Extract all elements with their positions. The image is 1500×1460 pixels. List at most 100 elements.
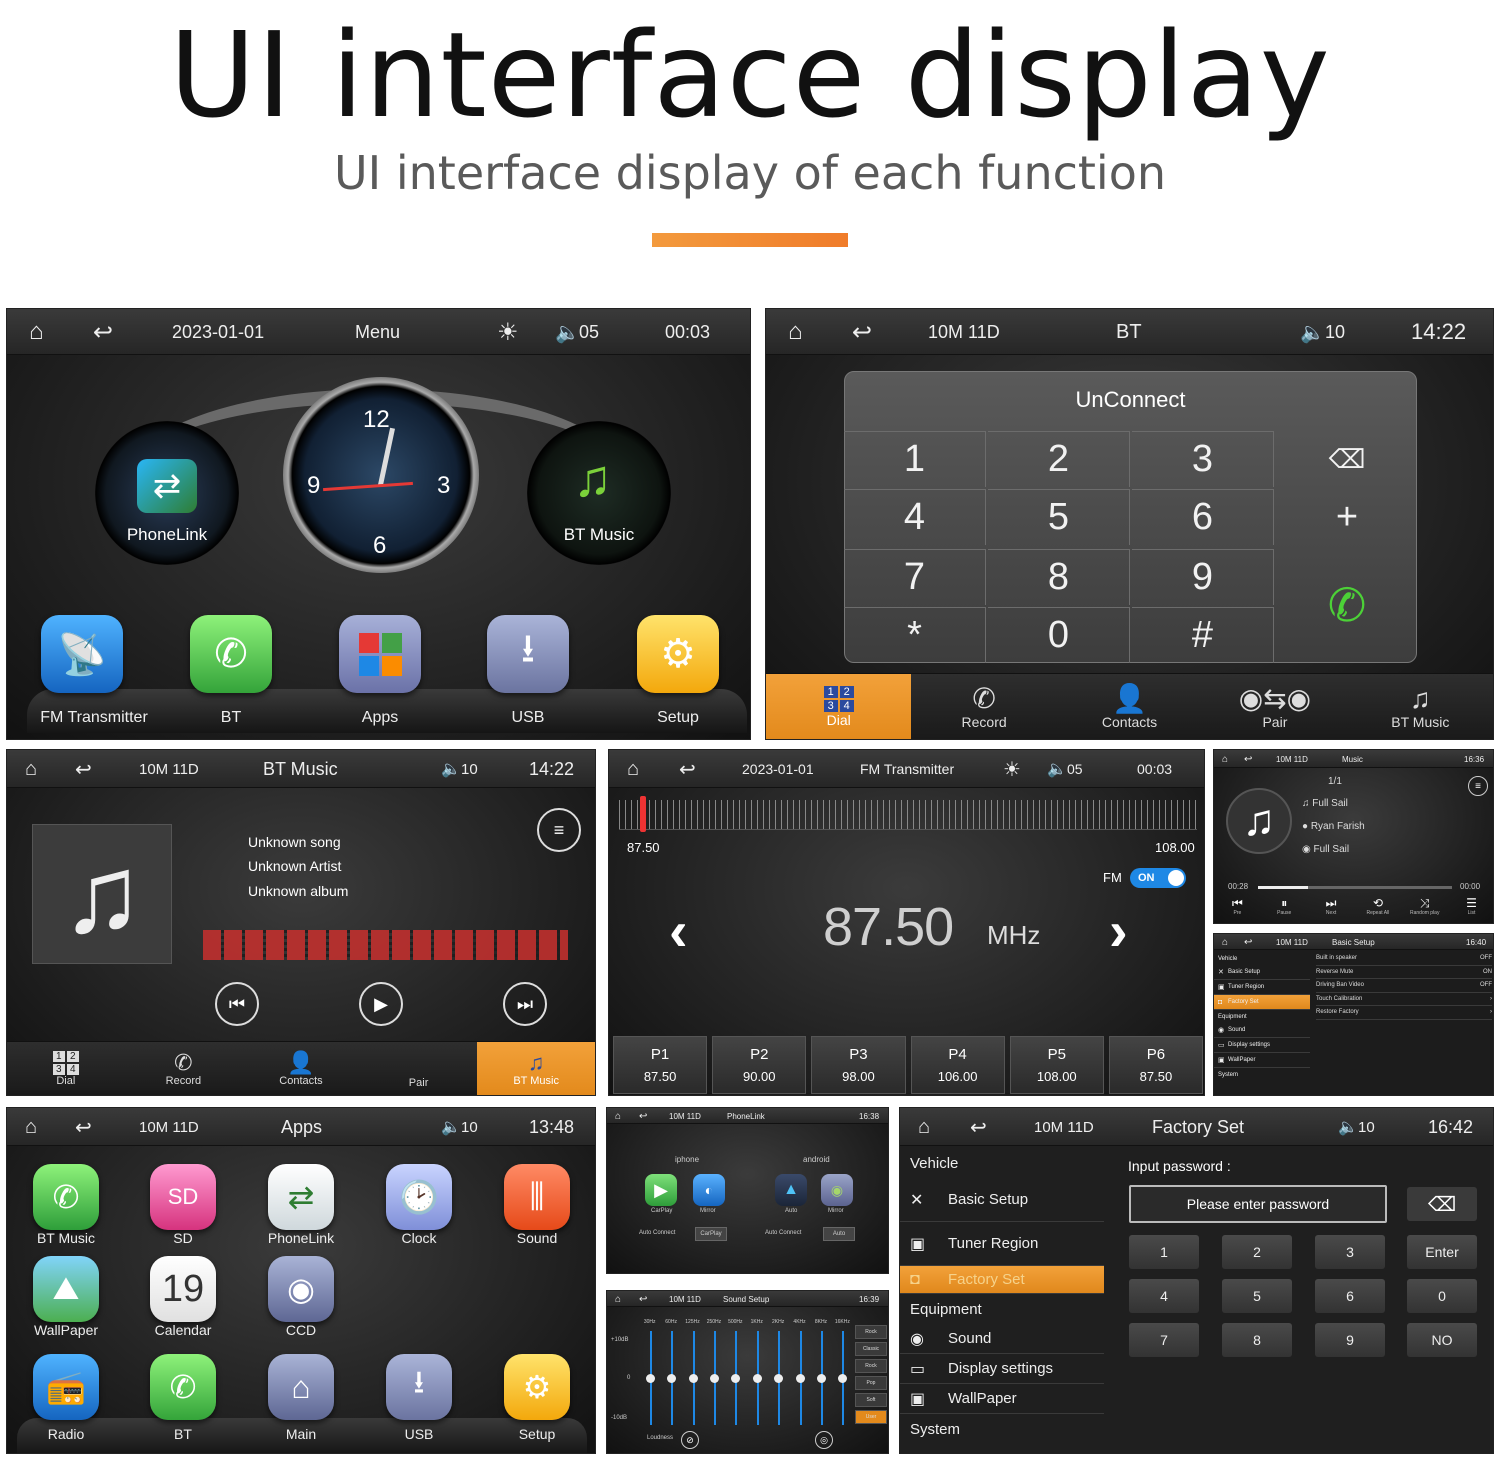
password-key[interactable]: 4 [1129, 1279, 1199, 1313]
auto-connect-ios-select[interactable]: CarPlay [695, 1227, 727, 1241]
home-icon[interactable]: ⌂ [1222, 934, 1228, 950]
volume-icon[interactable]: 🔈 [441, 1108, 461, 1146]
home-icon[interactable]: ⌂ [1222, 750, 1228, 768]
clock-icon[interactable]: 🕑 [386, 1164, 452, 1230]
home-icon[interactable]: ⌂ [25, 750, 37, 788]
home-icon[interactable]: ⌂ [29, 309, 44, 355]
back-icon[interactable]: ↩ [1244, 750, 1252, 768]
dial-key[interactable]: 0 [988, 607, 1130, 663]
equalizer-icon[interactable]: ≡ [537, 808, 581, 852]
dial-key[interactable]: 8 [988, 549, 1130, 605]
eq-band[interactable]: 30Hz [639, 1319, 660, 1431]
tab-contacts[interactable]: 👤 Contacts [242, 1042, 360, 1095]
frequency-marker[interactable] [640, 796, 646, 832]
dial-key[interactable]: 7 [844, 549, 986, 605]
password-key[interactable]: 7 [1129, 1323, 1199, 1357]
password-key[interactable]: 3 [1315, 1235, 1385, 1269]
password-input[interactable]: Please enter password [1129, 1185, 1387, 1223]
carplay-icon[interactable]: ▶ [645, 1174, 677, 1206]
usb-icon[interactable]: ⭳ [386, 1354, 452, 1420]
auto-connect-android-select[interactable]: Auto [823, 1227, 855, 1241]
eq-preset[interactable]: User [855, 1410, 887, 1424]
settings-row[interactable]: Built in speaker OFF [1316, 952, 1492, 966]
home-icon[interactable]: ⌂ [627, 750, 639, 788]
back-icon[interactable]: ↩ [93, 309, 113, 355]
password-key[interactable]: 1 [1129, 1235, 1199, 1269]
password-key[interactable]: 5 [1222, 1279, 1292, 1313]
tab-bt-music[interactable]: ♫ BT Music [477, 1042, 595, 1095]
dial-key[interactable]: 6 [1132, 489, 1274, 545]
volume-icon[interactable]: 🔈 [1047, 750, 1067, 788]
player-control[interactable]: ⟲ Repeat All [1354, 896, 1401, 923]
bt-phone-icon[interactable]: ✆ [190, 615, 272, 693]
sound-mixer-icon[interactable]: ⫼ [504, 1164, 570, 1230]
ccd-camera-icon[interactable]: ◉ [268, 1256, 334, 1322]
brightness-icon[interactable]: ☀ [1003, 750, 1021, 788]
setup-gear-icon[interactable]: ⚙ [504, 1354, 570, 1420]
mirror-icon-android[interactable]: ◉ [821, 1174, 853, 1206]
preset-button[interactable]: P1 87.50 [613, 1036, 708, 1094]
player-control[interactable]: ☰ List [1448, 896, 1493, 923]
home-icon[interactable]: ⌂ [615, 1291, 621, 1307]
home-icon[interactable]: ⌂ [615, 1108, 621, 1124]
settings-row[interactable]: Reverse Mute ON [1316, 966, 1492, 979]
fm-transmitter-icon[interactable]: 📡 [41, 615, 123, 693]
eq-preset[interactable]: Classic [855, 1342, 887, 1356]
dial-key[interactable]: 1 [844, 431, 986, 487]
tab-bt-music[interactable]: ♫ BT Music [1348, 674, 1493, 739]
sidebar-item[interactable]: ◘ Factory Set [1214, 995, 1310, 1010]
mirror-icon-ios[interactable]: ◐ [693, 1174, 725, 1206]
eq-band[interactable]: 1KHz [746, 1319, 767, 1431]
sidebar-item[interactable]: ◉ Sound [900, 1324, 1104, 1354]
dial-key[interactable]: 3 [1132, 431, 1274, 487]
tab-contacts[interactable]: 👤 Contacts [1057, 674, 1202, 739]
dial-key[interactable]: 9 [1132, 549, 1274, 605]
sidebar-item[interactable]: ✕ Basic Setup [900, 1178, 1104, 1222]
settings-row[interactable]: Restore Factory › [1316, 1006, 1492, 1020]
back-icon[interactable]: ↩ [75, 1108, 92, 1146]
volume-icon[interactable]: 🔈 [555, 309, 580, 355]
preset-button[interactable]: P2 90.00 [712, 1036, 807, 1094]
eq-band[interactable]: 250Hz [703, 1319, 724, 1431]
equalizer-icon[interactable]: ≡ [1468, 776, 1488, 796]
calendar-icon[interactable]: 19 [150, 1256, 216, 1322]
home-icon[interactable]: ⌂ [25, 1108, 37, 1146]
setup-gear-icon[interactable]: ⚙ [637, 615, 719, 693]
seek-up-button[interactable]: › [1109, 898, 1128, 963]
home-icon[interactable]: ⌂ [788, 309, 803, 355]
volume-icon[interactable]: 🔈 [441, 750, 461, 788]
volume-icon[interactable]: 🔈 [1338, 1108, 1358, 1146]
sidebar-item[interactable]: ◘ Factory Set [900, 1266, 1104, 1294]
player-control[interactable]: ⏭ Next [1308, 896, 1355, 923]
dial-key[interactable]: 4 [844, 489, 986, 545]
loudness-icon[interactable]: ⊘ [681, 1431, 699, 1449]
eq-band[interactable]: 4KHz [789, 1319, 810, 1431]
password-key[interactable]: 6 [1315, 1279, 1385, 1313]
player-control[interactable]: ⤨ Random play [1401, 896, 1448, 923]
preset-button[interactable]: P6 87.50 [1108, 1036, 1204, 1094]
sidebar-item[interactable]: ✕ Basic Setup [1214, 965, 1310, 980]
tab-pair[interactable]: ◉⇆◉ Pair [1202, 674, 1347, 739]
back-icon[interactable]: ↩ [1244, 934, 1252, 950]
previous-button[interactable]: ⏮ [215, 982, 259, 1026]
preset-button[interactable]: P5 108.00 [1009, 1036, 1104, 1094]
eq-band[interactable]: 125Hz [682, 1319, 703, 1431]
tab-pair[interactable]: Pair [360, 1042, 478, 1095]
usb-icon[interactable]: ⭳ [487, 615, 569, 693]
frequency-ruler[interactable] [619, 800, 1197, 830]
preset-button[interactable]: P3 98.00 [811, 1036, 906, 1094]
dial-key[interactable]: * [844, 607, 986, 663]
tab-dial[interactable]: 12 34 Dial [7, 1042, 125, 1095]
back-icon[interactable]: ↩ [75, 750, 92, 788]
sidebar-item[interactable]: ▭ Display settings [900, 1354, 1104, 1384]
sidebar-item[interactable]: ▣ WallPaper [1214, 1053, 1310, 1068]
eq-band[interactable]: 8KHz [810, 1319, 831, 1431]
dial-key[interactable]: 5 [988, 489, 1130, 545]
back-icon[interactable]: ↩ [639, 1291, 647, 1307]
password-key[interactable]: 8 [1222, 1323, 1292, 1357]
back-icon[interactable]: ↩ [852, 309, 872, 355]
plus-key[interactable]: + [1276, 489, 1418, 545]
password-key[interactable]: 9 [1315, 1323, 1385, 1357]
eq-preset[interactable]: Pop [855, 1376, 887, 1390]
apps-grid-icon[interactable] [339, 615, 421, 693]
